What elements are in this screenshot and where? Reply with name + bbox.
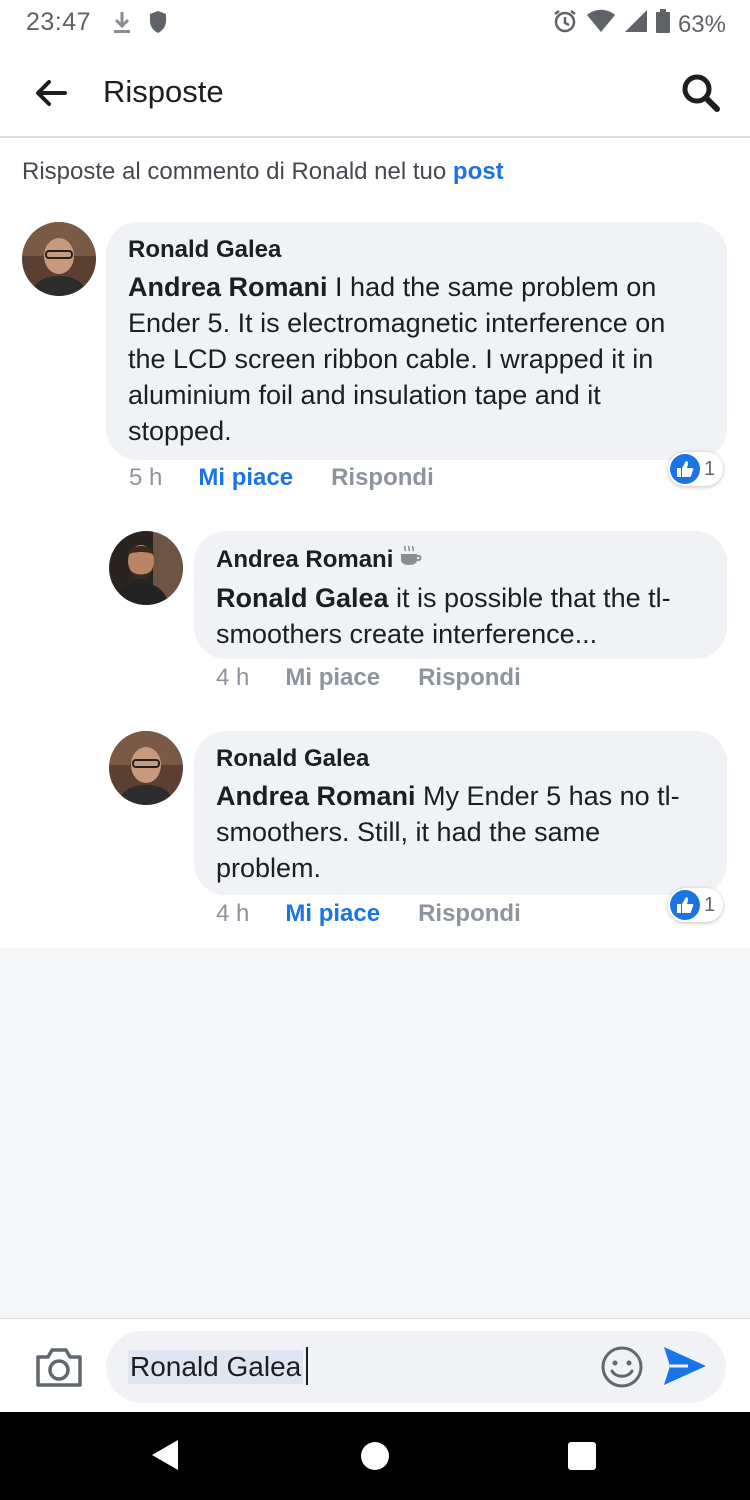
status-bar: 23:47 63% bbox=[0, 0, 750, 48]
comment-actions: 4 h Mi piace Rispondi bbox=[216, 664, 521, 692]
send-button[interactable] bbox=[662, 1345, 710, 1389]
comment-time[interactable]: 4 h bbox=[216, 664, 249, 692]
reply-button[interactable]: Rispondi bbox=[331, 464, 434, 492]
reaction-count: 1 bbox=[704, 893, 716, 916]
send-icon bbox=[664, 1347, 706, 1385]
comment-actions: 4 h Mi piace Rispondi bbox=[216, 900, 521, 928]
like-button[interactable]: Mi piace bbox=[285, 900, 380, 928]
comment-author[interactable]: Ronald Galea bbox=[128, 235, 705, 265]
smiley-icon bbox=[601, 1346, 643, 1388]
status-time: 23:47 bbox=[26, 8, 92, 36]
reply-button[interactable]: Rispondi bbox=[418, 664, 521, 692]
context-line: Risposte al commento di Ronald nel tuo p… bbox=[22, 158, 504, 186]
comment-time[interactable]: 5 h bbox=[129, 464, 162, 492]
comment-bubble[interactable]: Ronald Galea Andrea Romani I had the sam… bbox=[106, 222, 727, 460]
avatar-image bbox=[109, 731, 183, 805]
emoji-button[interactable] bbox=[600, 1345, 644, 1389]
search-icon bbox=[682, 74, 720, 112]
avatar[interactable] bbox=[22, 222, 96, 296]
nav-back-button[interactable] bbox=[150, 1438, 180, 1477]
comment-composer: Ronald Galea bbox=[0, 1318, 750, 1413]
context-text: Risposte al commento di Ronald nel tuo bbox=[22, 158, 447, 185]
signal-icon bbox=[624, 9, 648, 40]
back-button[interactable] bbox=[28, 70, 74, 116]
comment-actions: 5 h Mi piace Rispondi bbox=[129, 464, 434, 492]
thumbs-up-icon bbox=[670, 454, 700, 484]
nav-recents-button[interactable] bbox=[568, 1442, 596, 1470]
empty-area bbox=[0, 948, 750, 1318]
comment-body: Andrea Romani My Ender 5 has no tl-smoot… bbox=[216, 778, 705, 886]
camera-icon bbox=[36, 1348, 82, 1387]
comment-input-value: Ronald Galea bbox=[128, 1350, 304, 1384]
battery-percent: 63% bbox=[677, 10, 726, 38]
coffee-cup-icon bbox=[399, 544, 423, 576]
avatar-image bbox=[109, 531, 183, 605]
comment-bubble[interactable]: Andrea Romani Ronald Galea it is possibl… bbox=[194, 531, 727, 659]
comment-author[interactable]: Andrea Romani bbox=[216, 545, 393, 575]
like-button[interactable]: Mi piace bbox=[198, 464, 293, 492]
comment-input[interactable]: Ronald Galea bbox=[106, 1331, 726, 1403]
thumbs-up-icon bbox=[670, 890, 700, 920]
download-icon bbox=[112, 10, 132, 39]
comment-mention[interactable]: Ronald Galea bbox=[216, 583, 389, 613]
like-button[interactable]: Mi piace bbox=[285, 664, 380, 692]
post-link[interactable]: post bbox=[453, 158, 504, 185]
comment-mention[interactable]: Andrea Romani bbox=[128, 272, 328, 302]
avatar[interactable] bbox=[109, 731, 183, 805]
comment-body: Ronald Galea it is possible that the tl-… bbox=[216, 580, 705, 652]
page-title: Risposte bbox=[103, 74, 224, 109]
app-bar: Risposte bbox=[0, 50, 750, 138]
reaction-badge[interactable]: 1 bbox=[668, 452, 724, 486]
comment-author-line: Andrea Romani bbox=[216, 544, 705, 576]
arrow-left-icon bbox=[36, 80, 67, 106]
system-nav-bar bbox=[0, 1412, 750, 1500]
comment-mention[interactable]: Andrea Romani bbox=[216, 781, 416, 811]
reaction-badge[interactable]: 1 bbox=[668, 888, 724, 922]
nav-home-button[interactable] bbox=[361, 1442, 389, 1470]
search-button[interactable] bbox=[678, 70, 724, 116]
reply-button[interactable]: Rispondi bbox=[418, 900, 521, 928]
comment-bubble[interactable]: Ronald Galea Andrea Romani My Ender 5 ha… bbox=[194, 731, 727, 895]
battery-icon bbox=[655, 9, 670, 40]
alarm-icon bbox=[552, 8, 578, 41]
wifi-icon bbox=[586, 9, 616, 40]
comment-author[interactable]: Ronald Galea bbox=[216, 744, 705, 774]
reaction-count: 1 bbox=[704, 457, 716, 480]
comment-body: Andrea Romani I had the same problem on … bbox=[128, 269, 705, 449]
avatar[interactable] bbox=[109, 531, 183, 605]
avatar-image bbox=[22, 222, 96, 296]
comment-time[interactable]: 4 h bbox=[216, 900, 249, 928]
triangle-back-icon bbox=[152, 1440, 178, 1470]
shield-icon bbox=[148, 10, 168, 39]
camera-button[interactable] bbox=[34, 1345, 84, 1389]
text-caret bbox=[306, 1347, 308, 1385]
